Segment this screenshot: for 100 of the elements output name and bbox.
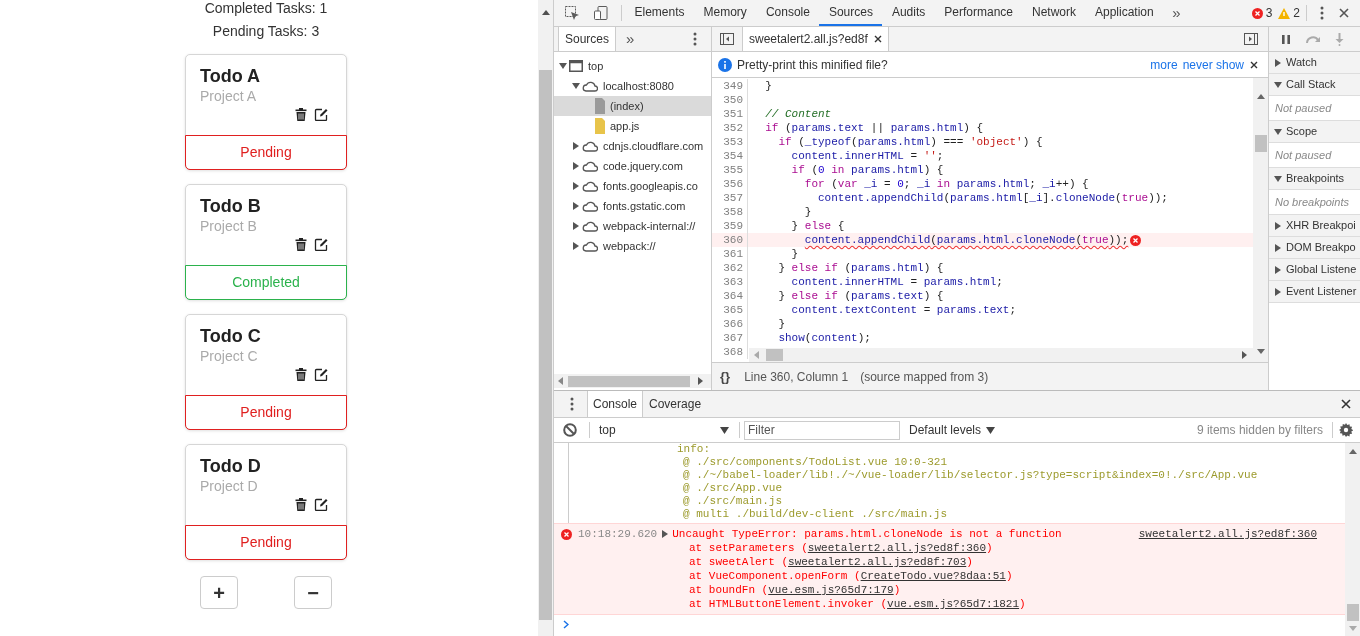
horizontal-scrollbar[interactable]	[554, 374, 711, 388]
section-header[interactable]: Global Listene	[1269, 259, 1360, 281]
navigator-tab[interactable]: Sources	[558, 27, 617, 51]
panel-tab[interactable]: Elements	[625, 0, 695, 26]
source-link[interactable]: vue.esm.js?65d7:1821	[887, 598, 1020, 610]
trash-icon[interactable]	[295, 108, 307, 121]
tree-item[interactable]: (index)	[554, 96, 711, 116]
collapse-arrow-icon[interactable]	[572, 82, 580, 90]
collapse-arrow-icon[interactable]	[1274, 127, 1282, 136]
panel-tab[interactable]: Network	[1022, 0, 1086, 26]
edit-icon[interactable]	[314, 238, 328, 251]
tree-item[interactable]: fonts.googleapis.co	[554, 176, 711, 196]
sidebar-toggle-icon[interactable]	[720, 33, 734, 45]
pause-icon[interactable]	[1282, 34, 1290, 44]
settings-icon[interactable]	[1339, 423, 1353, 437]
menu-icon[interactable]	[570, 397, 574, 411]
section-header[interactable]: Watch	[1269, 52, 1360, 74]
panel-tab[interactable]: Memory	[694, 0, 757, 26]
infobar-link[interactable]: never show	[1182, 55, 1244, 74]
add-button[interactable]: +	[200, 576, 238, 609]
scroll-up-icon[interactable]	[1256, 94, 1265, 99]
source-link[interactable]: sweetalert2.all.js?ed8f:703	[788, 556, 967, 568]
expand-arrow-icon[interactable]	[572, 162, 580, 170]
scroll-up-icon[interactable]	[541, 10, 550, 15]
select-element-icon[interactable]	[564, 5, 580, 21]
section-header[interactable]: Event Listener	[1269, 281, 1360, 303]
expand-arrow-icon[interactable]	[1274, 287, 1282, 296]
pretty-print-button[interactable]: {}	[720, 366, 731, 387]
remove-button[interactable]: −	[294, 576, 332, 609]
scrollbar-thumb[interactable]	[766, 349, 783, 361]
prompt-icon[interactable]	[563, 619, 569, 629]
panel-tab[interactable]: Console	[756, 0, 820, 26]
scroll-up-icon[interactable]	[1348, 449, 1357, 454]
tree-item[interactable]: cdnjs.cloudflare.com	[554, 136, 711, 156]
scrollbar-thumb[interactable]	[568, 375, 690, 387]
vertical-scrollbar[interactable]	[1345, 443, 1360, 636]
menu-icon[interactable]	[1320, 6, 1324, 20]
tree-item[interactable]: code.jquery.com	[554, 156, 711, 176]
device-toolbar-icon[interactable]	[594, 5, 608, 21]
tree-item[interactable]: webpack-internal://	[554, 216, 711, 236]
more-tabs-button[interactable]: »	[1163, 1, 1190, 25]
expand-arrow-icon[interactable]	[1274, 265, 1282, 274]
collapse-arrow-icon[interactable]	[1274, 80, 1282, 89]
scrollbar-thumb[interactable]	[1254, 135, 1267, 152]
trash-icon[interactable]	[295, 498, 307, 511]
collapse-arrow-icon[interactable]	[559, 62, 567, 70]
edit-icon[interactable]	[314, 108, 328, 121]
panel-tab[interactable]: Performance	[934, 0, 1023, 26]
expand-arrow-icon[interactable]	[572, 142, 580, 150]
edit-icon[interactable]	[314, 368, 328, 381]
infobar-link[interactable]: more	[1150, 55, 1178, 74]
scroll-left-icon[interactable]	[558, 377, 563, 385]
drawer-tab[interactable]: Coverage	[643, 391, 708, 417]
panel-tab[interactable]: Audits	[882, 0, 935, 26]
section-header[interactable]: Call Stack	[1269, 74, 1360, 96]
expand-arrow-icon[interactable]	[661, 530, 670, 538]
panel-tab[interactable]: Application	[1085, 0, 1164, 26]
expand-arrow-icon[interactable]	[1274, 243, 1282, 252]
expand-arrow-icon[interactable]	[572, 182, 580, 190]
vertical-scrollbar[interactable]	[1253, 78, 1268, 362]
scrollbar-thumb[interactable]	[1346, 604, 1359, 621]
tree-item[interactable]: app.js	[554, 116, 711, 136]
tree-item[interactable]: top	[554, 56, 711, 76]
section-header[interactable]: Breakpoints	[1269, 168, 1360, 190]
file-tab[interactable]: sweetalert2.all.js?ed8f	[742, 27, 889, 51]
warning-count[interactable]: 2	[1293, 4, 1300, 22]
context-select[interactable]: top	[594, 420, 734, 440]
section-header[interactable]: DOM Breakpo	[1269, 237, 1360, 259]
close-icon[interactable]	[1338, 7, 1350, 19]
source-link[interactable]: sweetalert2.all.js?ed8f:360	[807, 542, 987, 554]
collapse-arrow-icon[interactable]	[1274, 174, 1282, 183]
filter-field[interactable]: Filter	[744, 420, 900, 440]
close-icon[interactable]	[873, 35, 882, 43]
tree-item[interactable]: localhost:8080	[554, 76, 711, 96]
scroll-right-icon[interactable]	[1242, 351, 1247, 359]
trash-icon[interactable]	[295, 238, 307, 251]
clear-console-icon[interactable]	[563, 423, 577, 437]
section-header[interactable]: XHR Breakpoi	[1269, 215, 1360, 237]
expand-arrow-icon[interactable]	[1274, 58, 1282, 67]
expand-arrow-icon[interactable]	[572, 242, 580, 250]
trash-icon[interactable]	[295, 368, 307, 381]
drawer-tab[interactable]: Console	[587, 391, 644, 417]
scroll-down-icon[interactable]	[1256, 349, 1265, 354]
error-count[interactable]: 3	[1265, 4, 1273, 22]
expand-arrow-icon[interactable]	[572, 222, 580, 230]
sidebar-toggle-icon[interactable]	[1244, 33, 1258, 45]
close-icon[interactable]	[1250, 60, 1258, 69]
levels-dropdown[interactable]: Default levels	[909, 421, 996, 439]
scrollbar[interactable]	[538, 0, 553, 636]
section-header[interactable]: Scope	[1269, 121, 1360, 143]
source-link[interactable]: vue.esm.js?65d7:179	[768, 584, 894, 596]
edit-icon[interactable]	[314, 498, 328, 511]
source-link[interactable]: sweetalert2.all.js?ed8f:360	[1138, 525, 1317, 543]
more-tabs-button[interactable]: »	[626, 27, 635, 51]
close-icon[interactable]	[1340, 398, 1352, 410]
expand-arrow-icon[interactable]	[1274, 221, 1282, 230]
scroll-right-icon[interactable]	[698, 377, 703, 385]
horizontal-scrollbar[interactable]	[749, 348, 1253, 362]
scrollbar-thumb[interactable]	[539, 70, 552, 620]
tree-item[interactable]: fonts.gstatic.com	[554, 196, 711, 216]
